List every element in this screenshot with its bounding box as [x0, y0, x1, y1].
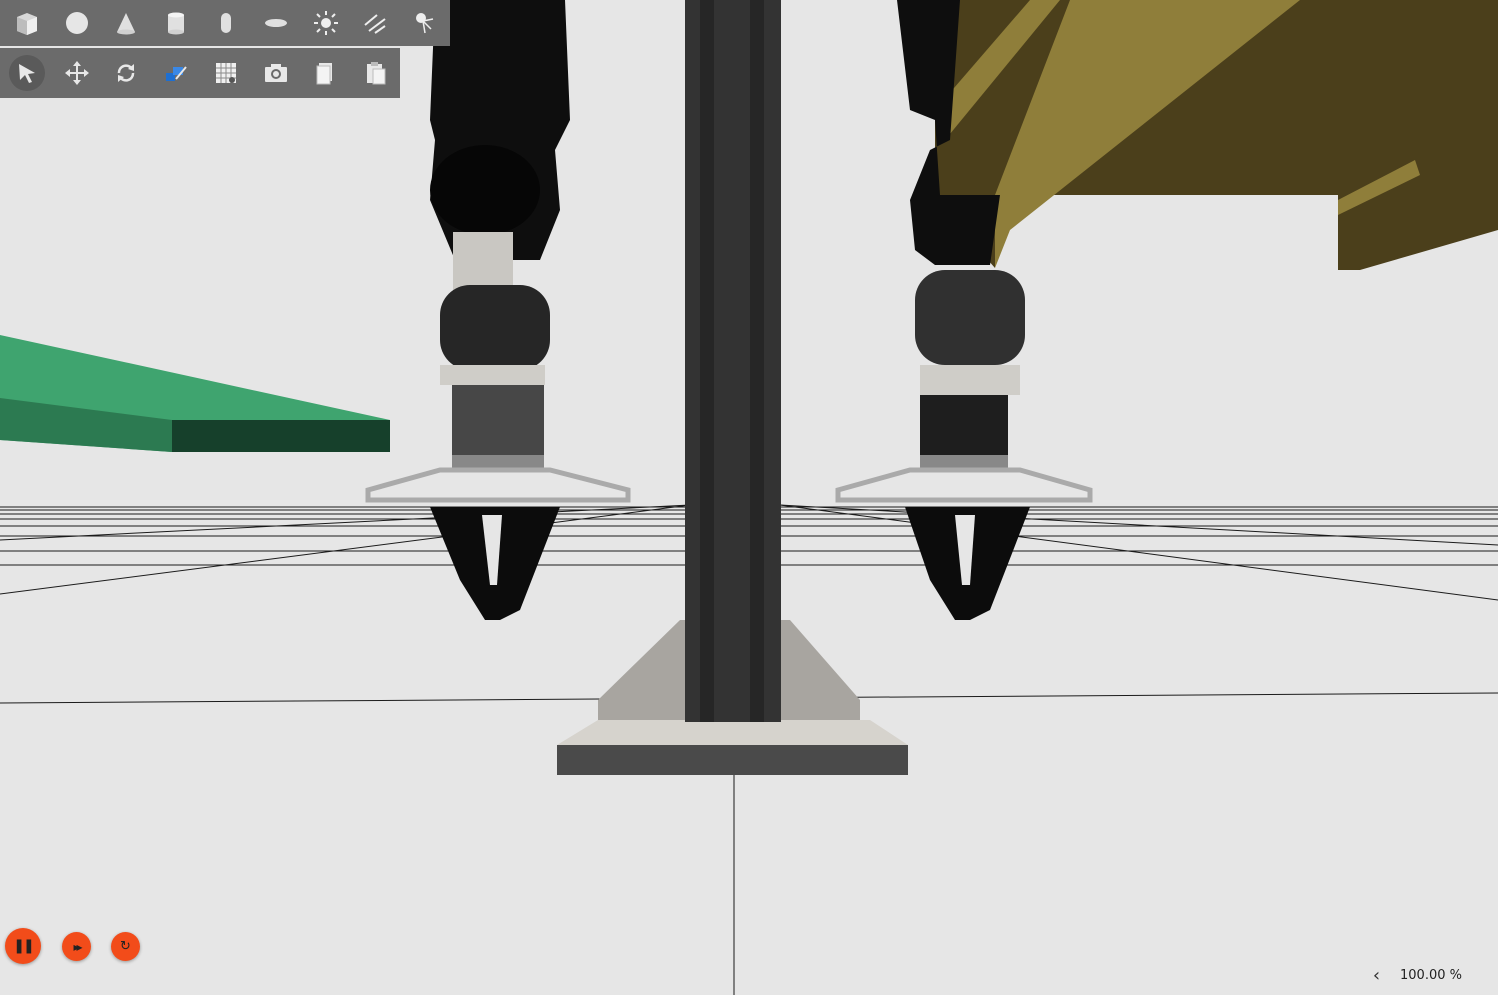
pause-button[interactable]: ❚❚ [5, 928, 41, 964]
scale-mode-icon [166, 66, 187, 81]
select-mode-button[interactable] [2, 48, 52, 98]
copy-button[interactable] [301, 48, 351, 98]
box-icon [16, 13, 37, 35]
tools-toolbar [0, 48, 400, 98]
ellipsoid-icon [264, 19, 287, 27]
snap-grid-button[interactable] [201, 48, 251, 98]
screenshot-button[interactable] [251, 48, 301, 98]
cone-button[interactable] [102, 0, 152, 46]
screenshot-camera-icon [264, 64, 287, 82]
cylinder-button[interactable] [151, 0, 201, 46]
select-mode-icon [18, 64, 35, 83]
copy-icon [316, 63, 333, 85]
spot-light-icon [416, 13, 434, 34]
collapse-arrow-icon[interactable]: ‹ [1373, 965, 1380, 986]
translate-mode-icon [64, 61, 89, 85]
spot-light-button[interactable] [400, 0, 450, 46]
point-light-button[interactable] [301, 0, 351, 46]
scale-mode-button[interactable] [151, 48, 201, 98]
rotate-mode-icon [118, 64, 135, 82]
step-forward-button[interactable]: ▸▸ [62, 932, 91, 961]
align-grid-icon [215, 63, 236, 83]
cone-icon [117, 13, 136, 35]
capsule-icon [221, 13, 232, 33]
sphere-icon [65, 12, 88, 34]
reset-icon: ↻ [120, 939, 131, 954]
paste-button[interactable] [350, 48, 400, 98]
paste-icon [367, 62, 386, 85]
sphere-button[interactable] [52, 0, 102, 46]
point-light-icon [313, 11, 338, 35]
directional-light-button[interactable] [350, 0, 400, 46]
pause-icon: ❚❚ [13, 938, 35, 954]
shapes-toolbar [0, 0, 450, 46]
reset-button[interactable]: ↻ [111, 932, 140, 961]
directional-light-icon [364, 14, 386, 34]
3d-viewport[interactable] [0, 0, 1498, 995]
translate-mode-button[interactable] [52, 48, 102, 98]
real-time-factor: 100.00 % [1400, 968, 1462, 983]
status-footer: ‹ 100.00 % [1373, 965, 1462, 986]
box-button[interactable] [2, 0, 52, 46]
capsule-button[interactable] [201, 0, 251, 46]
ellipsoid-button[interactable] [251, 0, 301, 46]
cylinder-icon [168, 12, 185, 35]
fast-forward-icon: ▸▸ [73, 939, 82, 954]
rotate-mode-button[interactable] [102, 48, 152, 98]
